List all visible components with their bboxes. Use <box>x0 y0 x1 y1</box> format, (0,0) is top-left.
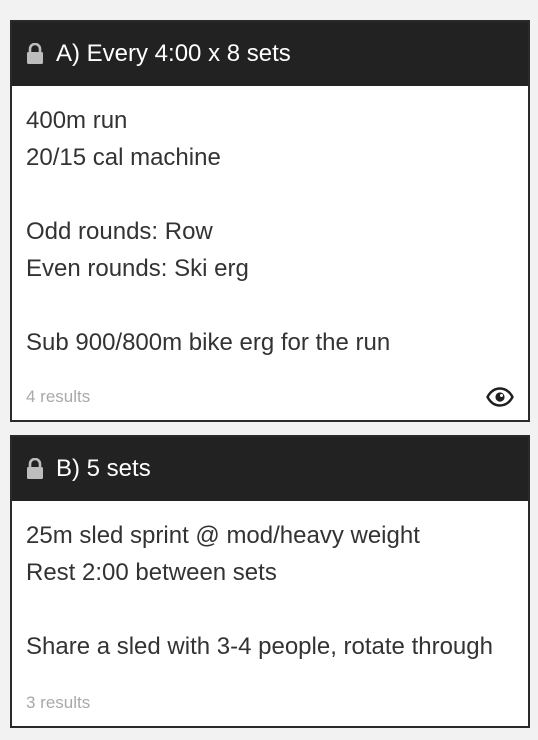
workout-line: 20/15 cal machine <box>26 144 221 171</box>
lock-icon <box>27 43 43 64</box>
card-footer: 4 results <box>26 386 514 408</box>
eye-icon[interactable] <box>486 387 514 407</box>
workout-line: 400m run <box>26 107 128 134</box>
workout-line: Odd rounds: Row <box>26 218 213 245</box>
card-title: B) 5 sets <box>56 455 151 482</box>
card-footer: 3 results <box>26 692 514 714</box>
card-header: B) 5 sets <box>12 437 528 501</box>
lock-icon <box>27 458 43 479</box>
workout-card-a: A) Every 4:00 x 8 sets 400m run 20/15 ca… <box>10 20 530 422</box>
results-count[interactable]: 3 results <box>26 693 90 713</box>
workout-line: Even rounds: Ski erg <box>26 255 249 282</box>
workout-card-b: B) 5 sets 25m sled sprint @ mod/heavy we… <box>10 435 530 728</box>
card-title: A) Every 4:00 x 8 sets <box>56 40 291 67</box>
card-body: 400m run 20/15 cal machine Odd rounds: R… <box>12 86 528 361</box>
workout-line: Rest 2:00 between sets <box>26 559 277 586</box>
workout-line: 25m sled sprint @ mod/heavy weight <box>26 522 420 549</box>
workout-line: Share a sled with 3-4 people, rotate thr… <box>26 633 493 660</box>
results-count[interactable]: 4 results <box>26 387 90 407</box>
card-body: 25m sled sprint @ mod/heavy weight Rest … <box>12 501 528 665</box>
workout-line: Sub 900/800m bike erg for the run <box>26 329 391 356</box>
card-header: A) Every 4:00 x 8 sets <box>12 22 528 86</box>
